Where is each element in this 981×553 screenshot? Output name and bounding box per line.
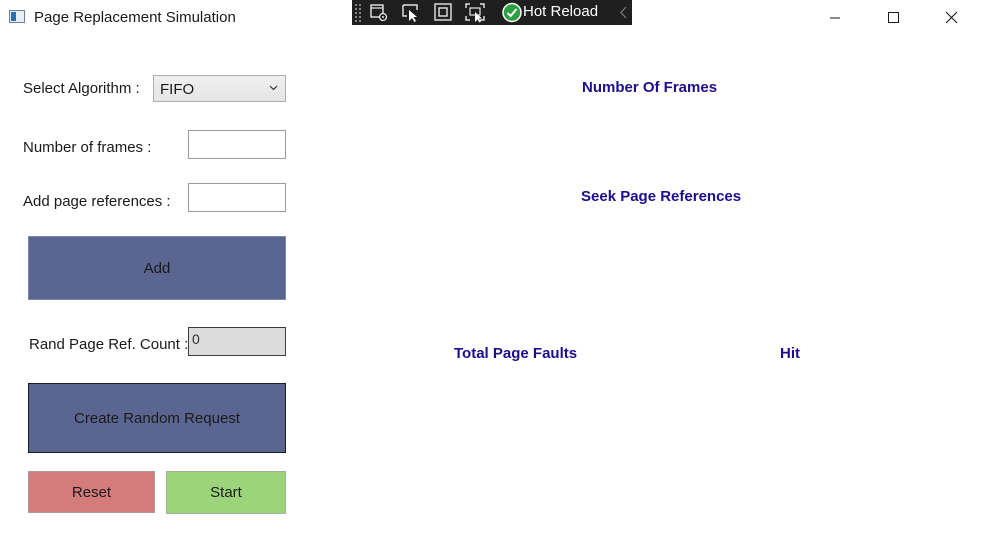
- algorithm-value: FIFO: [160, 81, 195, 98]
- reset-button[interactable]: Reset: [28, 471, 155, 513]
- frames-input[interactable]: [188, 130, 286, 159]
- display-layout-adorners-icon[interactable]: [432, 2, 454, 23]
- app-icon: [9, 10, 25, 23]
- maximize-button[interactable]: [875, 4, 911, 32]
- close-icon: [945, 11, 958, 24]
- frames-heading: Number Of Frames: [582, 79, 718, 96]
- chevron-down-icon: [269, 85, 278, 91]
- window-title: Page Replacement Simulation: [34, 9, 236, 26]
- add-button[interactable]: Add: [28, 236, 286, 300]
- start-button[interactable]: Start: [166, 471, 286, 514]
- hit-heading: Hit: [780, 345, 800, 362]
- create-random-request-button[interactable]: Create Random Request: [28, 383, 286, 453]
- page-refs-label: Add page references :: [23, 193, 171, 210]
- hot-reload-check-icon[interactable]: [501, 2, 522, 23]
- close-button[interactable]: [933, 4, 969, 32]
- track-focus-icon[interactable]: [464, 2, 486, 23]
- hot-reload-label[interactable]: Hot Reload: [523, 3, 598, 20]
- cursor-select-icon[interactable]: [400, 2, 422, 23]
- rand-count-value: 0: [192, 331, 200, 347]
- rand-count-label: Rand Page Ref. Count :: [29, 336, 189, 353]
- frames-label: Number of frames :: [23, 139, 152, 156]
- minimize-icon: [830, 17, 840, 19]
- rand-count-field: 0: [188, 327, 286, 356]
- page-refs-heading: Seek Page References: [581, 188, 742, 205]
- maximize-icon: [888, 12, 899, 23]
- hot-reload-toolbar: Hot Reload: [352, 0, 632, 25]
- collapse-chevron-icon[interactable]: [613, 2, 627, 23]
- algorithm-label: Select Algorithm :: [23, 80, 140, 97]
- algorithm-select[interactable]: FIFO: [153, 75, 286, 102]
- page-faults-heading: Total Page Faults: [454, 345, 578, 362]
- toolbar-grip-icon[interactable]: [354, 3, 362, 22]
- select-element-icon[interactable]: [368, 2, 390, 23]
- minimize-button[interactable]: [817, 4, 853, 32]
- page-refs-input[interactable]: [188, 183, 286, 212]
